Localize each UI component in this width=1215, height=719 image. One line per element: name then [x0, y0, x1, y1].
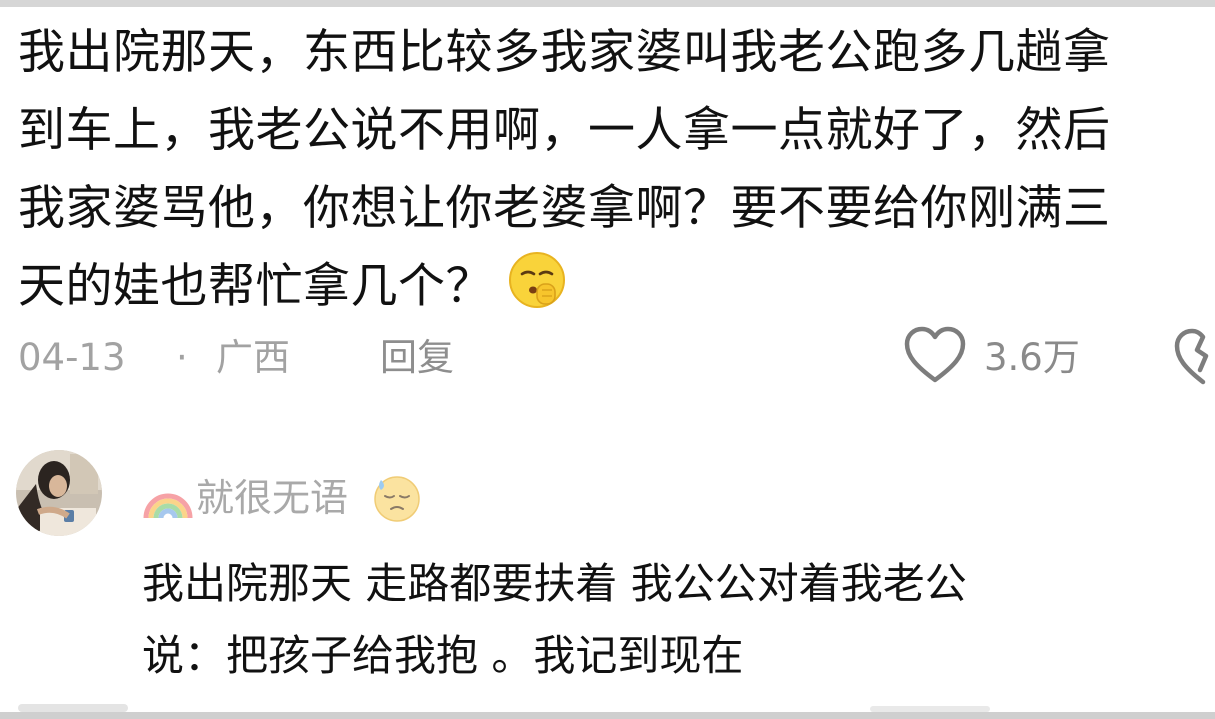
- reply-username: 就很无语: [196, 476, 349, 520]
- like-count: 3.6万: [984, 336, 1080, 379]
- meta-separator: ·: [176, 336, 188, 379]
- reply-button[interactable]: 回复: [380, 330, 454, 386]
- comment-line: 我出院那天，东西比较多我家婆叫我老公跑多几趟拿: [18, 25, 1111, 80]
- shushing-face-emoji-icon: [509, 252, 565, 308]
- avatar-photo: [16, 450, 102, 536]
- sleepy-face-icon: [374, 476, 420, 522]
- like-button[interactable]: 3.6万: [884, 326, 1144, 386]
- reply-avatar[interactable]: [16, 450, 102, 536]
- comment-text: 我出院那天，东西比较多我家婆叫我老公跑多几趟拿 到车上，我老公说不用啊，一人拿一…: [18, 14, 1215, 326]
- top-frame-edge: [0, 0, 1215, 7]
- comment-date: 04-13: [18, 336, 126, 379]
- comment-line-text: 天的娃也帮忙拿几个？: [18, 259, 493, 314]
- reply-text: 我出院那天 走路都要扶着 我公公对着我老公 说：把孩子给我抱 。我记到现在: [142, 548, 967, 692]
- comment-meta-row: 04-13 · 广西 回复 3.6万: [18, 326, 1215, 386]
- reply-line: 说：把孩子给我抱 。我记到现在: [142, 631, 744, 680]
- reply-username-row[interactable]: 就很无语: [140, 468, 540, 528]
- rainbow-icon: [143, 493, 193, 519]
- broken-heart-icon[interactable]: [1173, 322, 1215, 388]
- comment-region: 广西: [216, 336, 290, 379]
- heart-icon: [904, 326, 966, 383]
- reply-line: 我出院那天 走路都要扶着 我公公对着我老公: [142, 559, 967, 608]
- comment-line-last: 天的娃也帮忙拿几个？: [18, 248, 1215, 326]
- next-item-peek: [18, 704, 128, 712]
- bottom-frame-edge: [0, 712, 1215, 719]
- comment-line: 到车上，我老公说不用啊，一人拿一点就好了，然后: [18, 103, 1111, 158]
- comment-line: 我家婆骂他，你想让你老婆拿啊？要不要给你刚满三: [18, 181, 1111, 236]
